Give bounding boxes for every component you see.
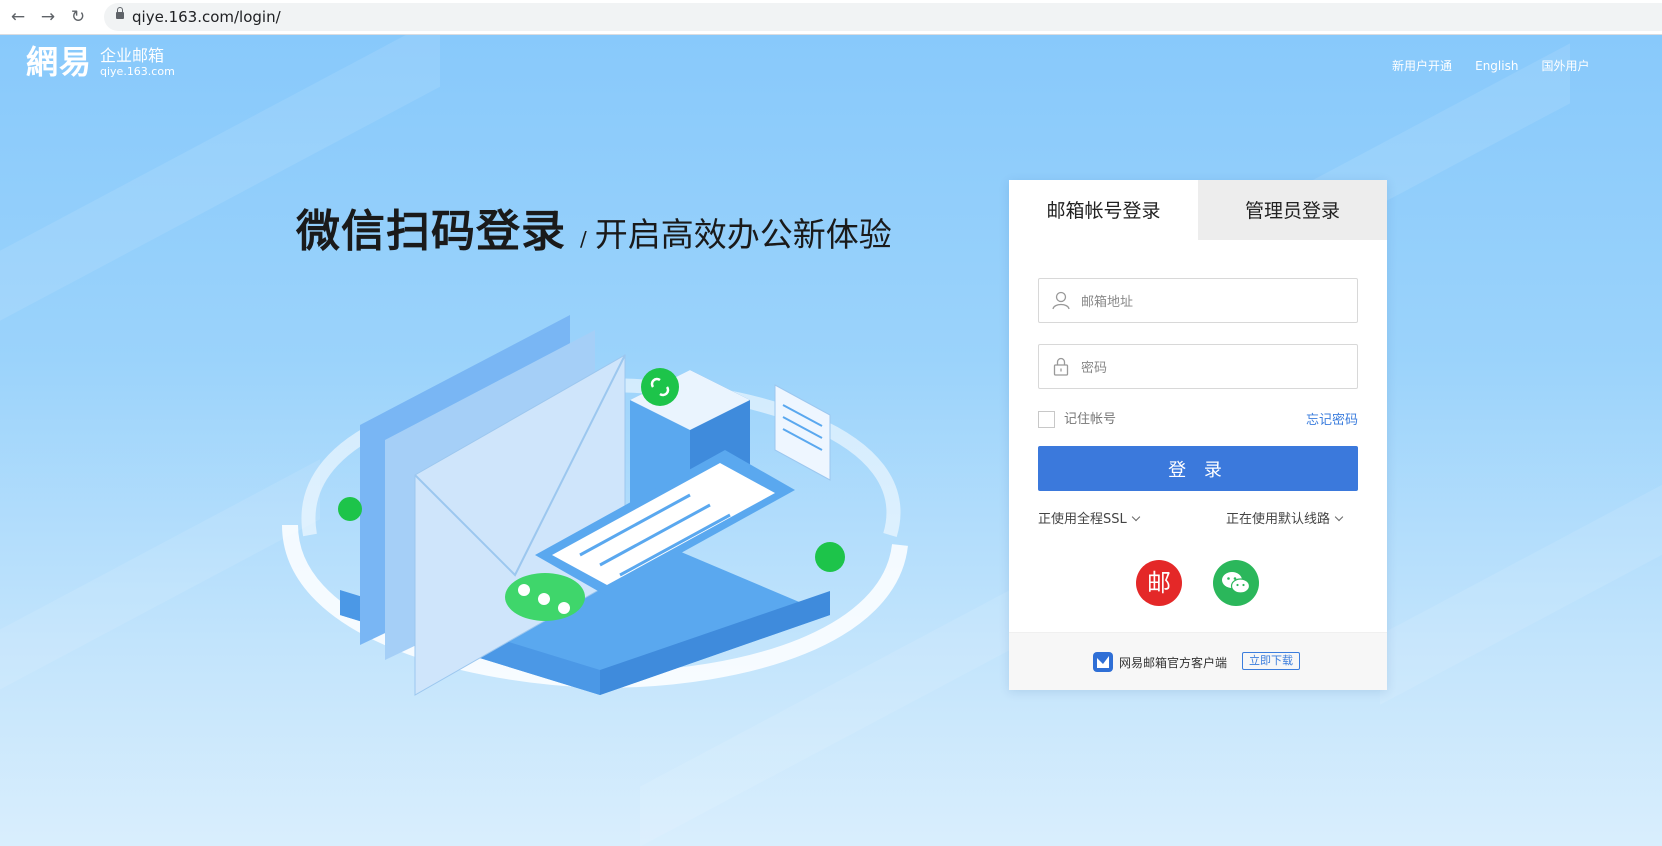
netease-logo-mark: 網易 bbox=[26, 43, 93, 81]
login-tabs: 邮箱帐号登录 管理员登录 bbox=[1009, 180, 1387, 240]
password-field[interactable] bbox=[1038, 344, 1358, 390]
forgot-password-link[interactable]: 忘记密码 bbox=[1306, 409, 1358, 428]
ssl-option-dropdown[interactable]: 正使用全程SSL bbox=[1038, 508, 1140, 527]
mail-client-icon bbox=[1093, 652, 1113, 672]
netease-mail-login-button[interactable]: 邮 bbox=[1136, 560, 1182, 606]
chevron-down-icon bbox=[1334, 512, 1344, 522]
back-button[interactable]: ← bbox=[8, 7, 28, 27]
logo-title: 企业邮箱 bbox=[100, 46, 165, 65]
login-card: 邮箱帐号登录 管理员登录 记住帐号 忘记密码 登 录 正使用全程SSL bbox=[1009, 180, 1387, 690]
tab-mail-account-login[interactable]: 邮箱帐号登录 bbox=[1009, 180, 1198, 240]
forward-button[interactable]: → bbox=[38, 7, 58, 27]
english-link[interactable]: English bbox=[1475, 59, 1518, 73]
address-bar[interactable]: qiye.163.com/login/ bbox=[104, 3, 1662, 31]
top-links: 新用户开通 English 国外用户 bbox=[1392, 55, 1608, 74]
user-icon bbox=[1052, 291, 1070, 310]
logo-domain: qiye.163.com bbox=[100, 65, 175, 78]
new-user-link[interactable]: 新用户开通 bbox=[1392, 59, 1452, 73]
hero-headline: 微信扫码登录 / 开启高效办公新体验 bbox=[296, 195, 892, 259]
login-page: 網易 企业邮箱 qiye.163.com 新用户开通 English 国外用户 … bbox=[0, 35, 1662, 846]
ssl-option-label: 正使用全程SSL bbox=[1038, 512, 1127, 527]
hero-illustration bbox=[282, 315, 908, 696]
browser-toolbar: ← → ↻ qiye.163.com/login/ bbox=[0, 0, 1662, 35]
chevron-down-icon bbox=[1131, 512, 1140, 522]
login-button[interactable]: 登 录 bbox=[1038, 446, 1358, 491]
remember-label: 记住帐号 bbox=[1064, 412, 1117, 427]
overseas-user-link[interactable]: 国外用户 bbox=[1542, 59, 1590, 73]
remember-account[interactable]: 记住帐号 bbox=[1038, 408, 1116, 428]
line-option-dropdown[interactable]: 正在使用默认线路 bbox=[1226, 508, 1344, 527]
line-option-label: 正在使用默认线路 bbox=[1226, 512, 1331, 527]
lock-icon bbox=[116, 7, 124, 19]
email-input[interactable] bbox=[1079, 279, 1353, 324]
url-text: qiye.163.com/login/ bbox=[132, 8, 281, 26]
remember-checkbox[interactable] bbox=[1038, 411, 1055, 428]
wechat-login-button[interactable] bbox=[1213, 560, 1259, 606]
download-button[interactable]: 立即下载 bbox=[1242, 652, 1300, 670]
client-text: 网易邮箱官方客户端 bbox=[1119, 656, 1228, 670]
tab-admin-login[interactable]: 管理员登录 bbox=[1198, 180, 1387, 240]
password-input[interactable] bbox=[1079, 345, 1353, 390]
background-stripe bbox=[1380, 475, 1662, 705]
hero-separator: / bbox=[580, 227, 587, 251]
email-field[interactable] bbox=[1038, 278, 1358, 324]
lock-icon bbox=[1053, 357, 1069, 376]
site-logo[interactable]: 網易 企业邮箱 qiye.163.com bbox=[26, 43, 175, 81]
mail-glyph-icon: 邮 bbox=[1147, 569, 1171, 597]
logo-text: 企业邮箱 qiye.163.com bbox=[100, 47, 175, 79]
hero-title: 微信扫码登录 bbox=[296, 206, 566, 257]
hero-subtitle: 开启高效办公新体验 bbox=[594, 215, 892, 254]
client-download-footer: 网易邮箱官方客户端 立即下载 bbox=[1009, 632, 1387, 690]
wechat-icon bbox=[1222, 572, 1251, 594]
reload-button[interactable]: ↻ bbox=[68, 7, 88, 27]
